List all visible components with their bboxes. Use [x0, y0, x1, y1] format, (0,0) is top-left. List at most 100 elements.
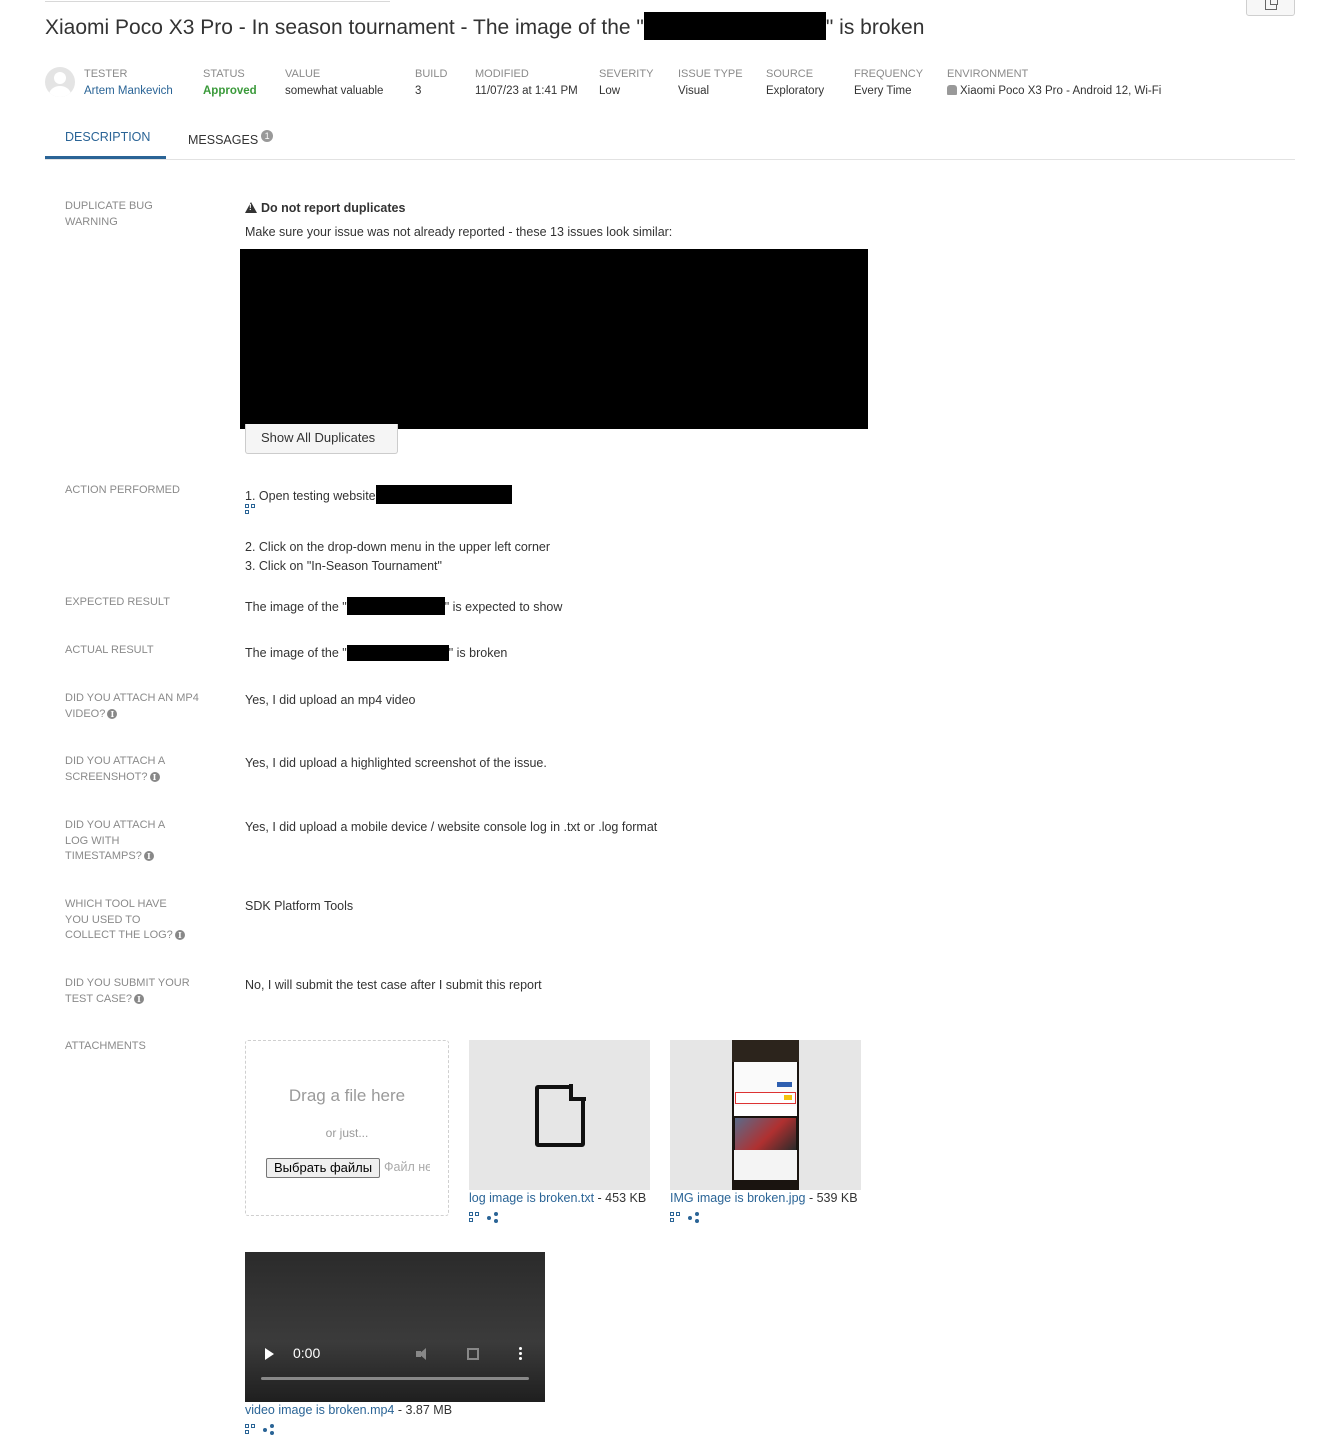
more-options-icon[interactable] [519, 1347, 522, 1361]
actual-label: ACTUAL RESULT [65, 644, 154, 656]
question-text: DID YOU SUBMIT YOUR TEST CASE? [65, 977, 190, 1005]
attachments-label: ATTACHMENTS [65, 1040, 146, 1052]
dropzone-subtitle: or just... [325, 1126, 369, 1140]
severity-value: Low [599, 85, 621, 97]
expected-suffix: " is expected to show [444, 600, 563, 614]
redacted-duplicates-list [240, 249, 868, 429]
avatar [45, 67, 75, 97]
meta-label: STATUS [203, 68, 245, 80]
step-1-text: 1. Open testing website [245, 489, 376, 503]
video-file-caption: video image is broken.mp4 - 3.87 MB [245, 1403, 452, 1417]
info-icon[interactable]: i [143, 851, 154, 861]
question-label-screenshot: DID YOU ATTACH A SCREENSHOT? i [65, 754, 205, 785]
file-size: - 453 KB [594, 1191, 647, 1205]
copy-button[interactable] [1246, 0, 1295, 16]
meta-label: MODIFIED [475, 68, 529, 80]
log-file-link[interactable]: log image is broken.txt [469, 1191, 594, 1205]
actual-value: The image of the " " is broken [245, 645, 507, 661]
question-label-test-case: DID YOU SUBMIT YOUR TEST CASE? i [65, 976, 195, 1007]
meta-value: VALUE somewhat valuable [285, 68, 383, 98]
value-value: somewhat valuable [285, 85, 384, 97]
android-icon [947, 85, 957, 95]
image-file-link[interactable]: IMG image is broken.jpg [670, 1191, 805, 1205]
info-icon[interactable]: i [134, 993, 145, 1004]
expected-label: EXPECTED RESULT [65, 596, 170, 608]
build-value: 3 [415, 85, 422, 97]
qr-code-icon[interactable] [245, 1424, 256, 1435]
title-suffix: " is broken [825, 16, 925, 39]
expected-prefix: The image of the " [245, 600, 347, 614]
meta-label: SEVERITY [599, 68, 654, 80]
redacted-block [643, 12, 826, 40]
answer-test-case: No, I will submit the test case after I … [245, 978, 542, 992]
duplicate-heading: Do not report duplicates [245, 201, 405, 215]
meta-label: ISSUE TYPE [678, 68, 743, 80]
messages-count-badge: 1 [261, 130, 274, 142]
share-icon[interactable] [487, 1212, 499, 1223]
tab-description[interactable]: DESCRIPTION [65, 130, 150, 144]
redacted-url [375, 485, 512, 504]
action-step-3: 3. Click on "In-Season Tournament" [245, 559, 442, 573]
duplicate-label: DUPLICATE BUG WARNING [65, 200, 153, 228]
active-tab-indicator [45, 156, 166, 159]
play-icon[interactable] [265, 1348, 274, 1360]
fullscreen-icon[interactable] [467, 1348, 479, 1360]
warning-icon [245, 202, 257, 213]
action-label: ACTION PERFORMED [65, 484, 180, 496]
video-progress-track[interactable] [261, 1377, 529, 1380]
issue-type-value: Visual [678, 85, 710, 97]
show-all-duplicates-button[interactable]: Show All Duplicates [245, 424, 398, 454]
meta-source: SOURCE Exploratory [766, 68, 824, 98]
actual-prefix: The image of the " [245, 646, 347, 660]
meta-build: BUILD 3 [415, 68, 447, 98]
expected-value: The image of the " " is expected to show [245, 597, 562, 615]
image-file-caption: IMG image is broken.jpg - 539 KB [670, 1191, 858, 1205]
question-label-log: DID YOU ATTACH A LOG WITH TIMESTAMPS? i [65, 818, 175, 865]
meta-severity: SEVERITY Low [599, 68, 653, 98]
share-icon[interactable] [688, 1212, 700, 1223]
log-file-thumbnail[interactable] [469, 1040, 650, 1190]
qr-code-icon[interactable] [469, 1212, 480, 1223]
image-file-thumbnail[interactable] [670, 1040, 861, 1190]
info-icon[interactable]: i [174, 930, 185, 940]
environment-value: Xiaomi Poco X3 Pro - Android 12, Wi-Fi [947, 84, 1161, 98]
info-icon[interactable]: i [149, 771, 160, 782]
source-value: Exploratory [766, 85, 825, 97]
copy-icon [1265, 0, 1278, 10]
meta-label: VALUE [285, 68, 321, 80]
modified-value: 11/07/23 at 1:41 PM [475, 85, 578, 97]
info-icon[interactable]: i [107, 708, 118, 719]
file-dropzone[interactable]: Drag a file here or just... Выбрать файл… [245, 1040, 449, 1216]
tab-messages-label: MESSAGES [188, 133, 259, 147]
status-value: Approved [203, 85, 257, 97]
answer-tool: SDK Platform Tools [245, 899, 354, 913]
question-text: DID YOU ATTACH AN MP4 VIDEO? [65, 692, 199, 720]
duplicate-text: Make sure your issue was not already rep… [245, 225, 673, 239]
file-icon [535, 1084, 586, 1147]
redacted-block [346, 597, 445, 615]
meta-label: TESTER [84, 68, 128, 80]
log-file-caption: log image is broken.txt - 453 KB [469, 1191, 646, 1205]
page-title: Xiaomi Poco X3 Pro - In season tournamen… [45, 12, 924, 40]
qr-code-icon[interactable] [245, 504, 256, 515]
qr-code-icon[interactable] [670, 1212, 681, 1223]
tab-messages[interactable]: MESSAGES 1 [188, 130, 274, 147]
share-icon[interactable] [263, 1424, 275, 1435]
meta-environment: ENVIRONMENT Xiaomi Poco X3 Pro - Android… [947, 68, 1161, 98]
meta-label: BUILD [415, 68, 448, 80]
question-label-mp4: DID YOU ATTACH AN MP4 VIDEO? i [65, 691, 205, 722]
tester-link[interactable]: Artem Mankevich [84, 84, 173, 98]
video-file-link[interactable]: video image is broken.mp4 [245, 1403, 394, 1417]
meta-tester: TESTER Artem Mankevich [84, 68, 173, 98]
choose-files-button[interactable]: Выбрать файлы [266, 1158, 381, 1178]
file-size: - 3.87 MB [394, 1403, 453, 1417]
action-step-1: 1. Open testing website [245, 485, 512, 504]
video-player[interactable]: 0:00 [245, 1252, 545, 1402]
previous-section-edge [45, 0, 390, 2]
meta-label: ENVIRONMENT [947, 68, 1029, 80]
environment-text: Xiaomi Poco X3 Pro - Android 12, Wi-Fi [960, 85, 1162, 97]
redacted-block [346, 645, 449, 661]
actual-suffix: " is broken [448, 646, 508, 660]
volume-icon[interactable] [416, 1347, 432, 1361]
screenshot-preview-image [732, 1040, 799, 1190]
